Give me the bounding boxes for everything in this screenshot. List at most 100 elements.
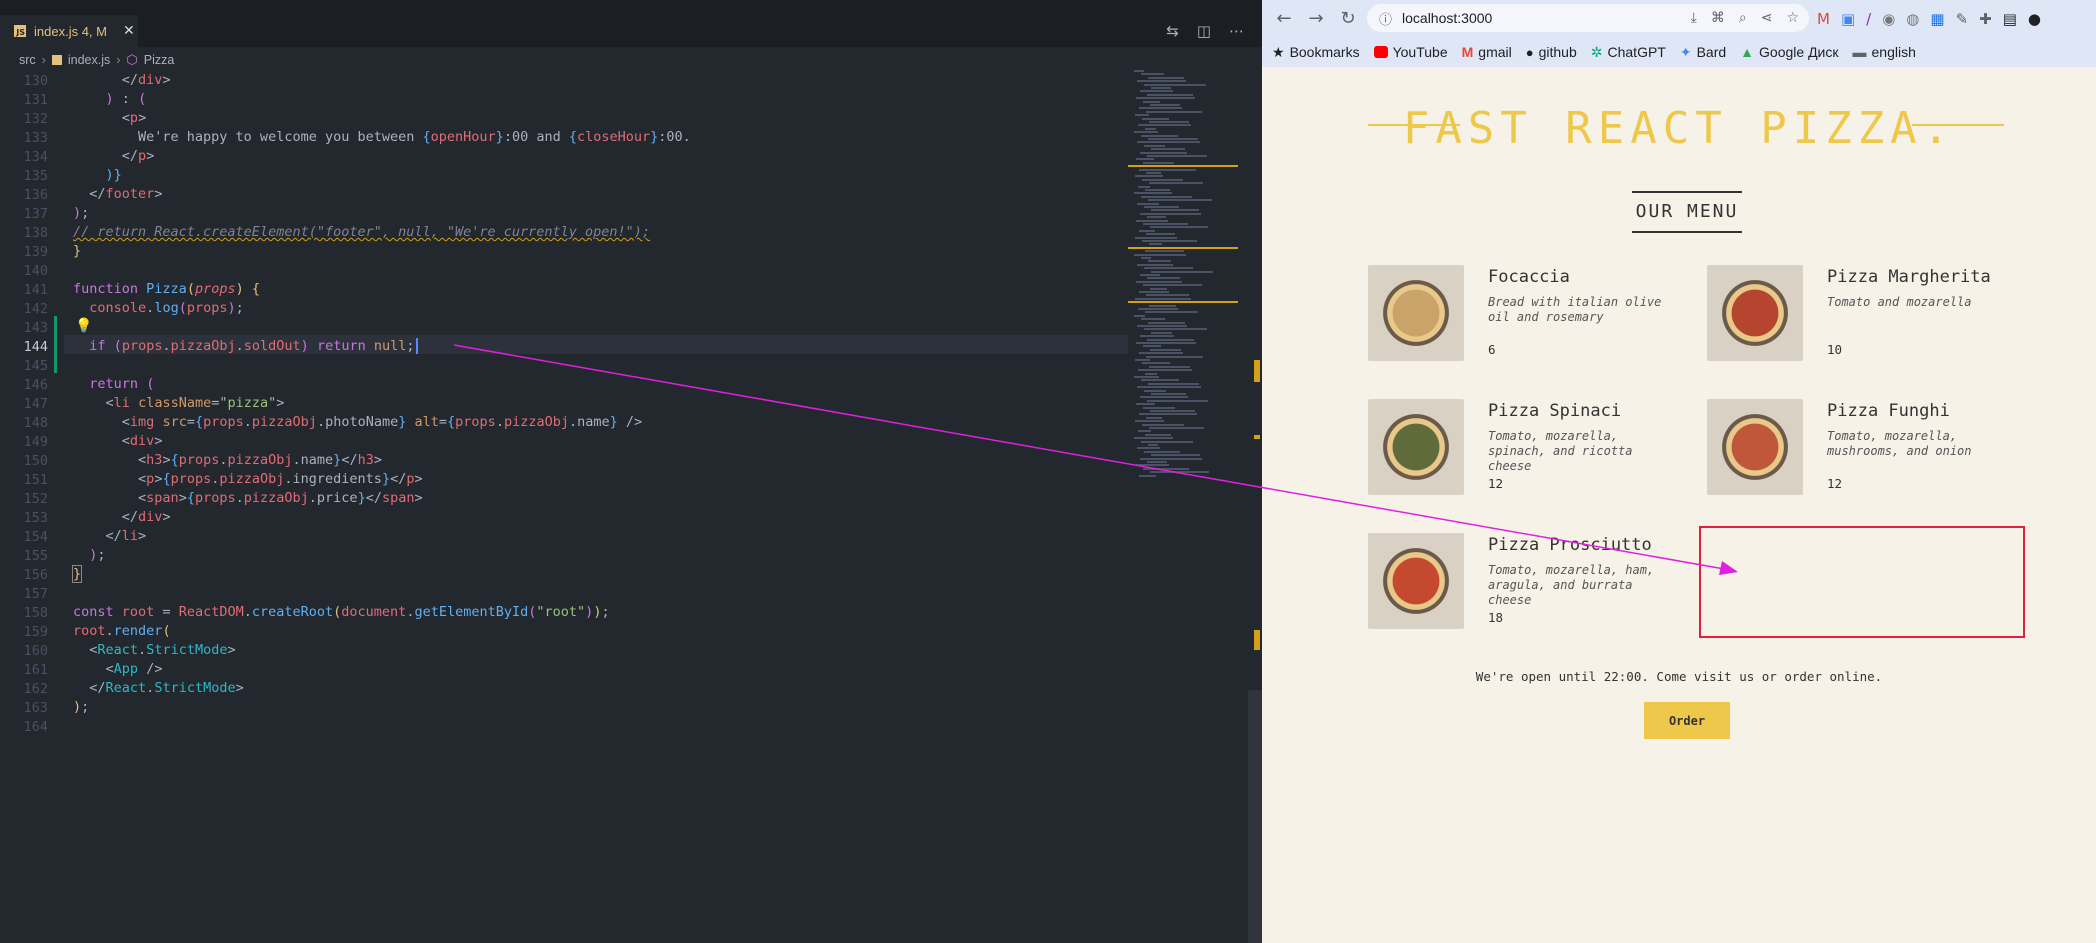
code-line[interactable]: )} (73, 167, 122, 186)
eyedropper-icon[interactable]: ✎ (1956, 10, 1969, 28)
line-number: 143 (23, 320, 48, 336)
code-line[interactable]: <App /> (73, 661, 163, 680)
close-icon[interactable]: ✕ (123, 23, 135, 39)
code-line[interactable]: // return React.createElement("footer", … (73, 224, 650, 243)
minimap-line (1136, 342, 1196, 344)
puzzle-icon[interactable]: ✚ (1979, 10, 1992, 28)
code-line[interactable]: </li> (73, 528, 147, 547)
order-button[interactable]: Order (1644, 702, 1730, 739)
bookmark-item-bookmarks[interactable]: ★ Bookmarks (1272, 44, 1360, 61)
address-bar[interactable]: ⓘ localhost:3000 ⤓ ⌘ ⌕ ⋖ ☆ (1367, 4, 1809, 32)
pen-extension-icon[interactable]: / (1866, 10, 1871, 28)
code-line[interactable]: <p>{props.pizzaObj.ingredients}</p> (73, 471, 423, 490)
install-icon[interactable]: ⤓ (1691, 10, 1697, 26)
minimap-line (1146, 416, 1162, 419)
extension-icon[interactable]: ◍ (1906, 10, 1919, 28)
zoom-icon[interactable]: ⌕ (1739, 10, 1747, 26)
page-headline: FAST REACT PIZZA. (1402, 103, 1956, 154)
code-line[interactable]: <h3>{props.pizzaObj.name}</h3> (73, 452, 382, 471)
minimap-line (1151, 87, 1171, 89)
minimap-line (1135, 175, 1163, 178)
line-number: 137 (23, 206, 48, 222)
split-editor-icon[interactable]: ◫ (1197, 22, 1211, 40)
site-info-icon[interactable]: ⓘ (1379, 9, 1392, 28)
code-line[interactable]: } (73, 243, 81, 262)
extension-icon[interactable]: ◉ (1882, 10, 1895, 28)
bookmark-item-youtube[interactable]: YouTube (1373, 44, 1448, 60)
code-line[interactable]: <p> (73, 110, 146, 129)
bookmark-item-chatgpt[interactable]: ✲ ChatGPT (1591, 44, 1666, 61)
code-line[interactable]: We're happy to welcome you between {open… (73, 129, 691, 148)
code-line[interactable]: function Pizza(props) { (73, 281, 260, 300)
chatgpt-icon: ✲ (1590, 43, 1603, 60)
code-line[interactable]: </React.StrictMode> (73, 680, 243, 699)
forward-icon[interactable]: → (1300, 8, 1332, 29)
minimap-line (1143, 284, 1202, 287)
code-line[interactable]: root.render( (73, 623, 171, 642)
breadcrumb-file[interactable]: index.js (68, 53, 110, 67)
minimap-line (1138, 369, 1192, 372)
bookmark-item-english[interactable]: ▬ english (1853, 44, 1916, 60)
star-icon: ★ (1272, 43, 1285, 60)
tab-index-js[interactable]: JS index.js 4, M ✕ (0, 15, 138, 47)
code-line[interactable]: const root = ReactDOM.createRoot(documen… (73, 604, 610, 623)
code-line[interactable]: </p> (73, 148, 155, 167)
minimap-line (1148, 321, 1185, 324)
more-actions-icon[interactable]: ⋯ (1229, 22, 1244, 40)
code-line[interactable]: <li className="pizza"> (73, 395, 285, 414)
minimap-line (1150, 287, 1167, 290)
code-line[interactable]: console.log(props); (73, 300, 244, 319)
minimap-line (1139, 474, 1156, 477)
bookmark-item-github[interactable]: ● github (1526, 44, 1577, 60)
calendar-extension-icon[interactable]: ▦ (1930, 10, 1944, 28)
code-line[interactable]: return ( (73, 376, 154, 395)
code-line[interactable]: ) : ( (73, 91, 147, 110)
minimap-line (1144, 206, 1179, 208)
code-line[interactable]: <React.StrictMode> (73, 642, 235, 661)
code-line[interactable]: <img src={props.pizzaObj.photoName} alt=… (73, 414, 642, 433)
lightbulb-icon[interactable]: 💡 (75, 318, 92, 334)
profile-avatar-icon[interactable]: ● (2028, 10, 2041, 28)
compare-changes-icon[interactable]: ⇆ (1166, 22, 1179, 40)
minimap-line (1135, 236, 1177, 239)
minimap-line (1139, 413, 1197, 416)
minimap-line (1147, 93, 1193, 96)
minimap[interactable] (1128, 70, 1248, 490)
gmail-extension-icon[interactable]: M (1817, 10, 1830, 28)
minimap-line (1135, 359, 1150, 361)
side-panel-icon[interactable]: ▤ (2003, 10, 2017, 28)
code-line[interactable]: ); (73, 547, 105, 566)
line-number: 139 (23, 244, 48, 260)
code-line[interactable]: } (71, 565, 83, 585)
breadcrumb-symbol[interactable]: Pizza (144, 53, 175, 67)
folder-icon: ▬ (1852, 44, 1867, 60)
bookmark-item-bard[interactable]: ✦ Bard (1680, 44, 1726, 61)
bookmark-star-icon[interactable]: ☆ (1786, 10, 1799, 26)
minimap-line (1140, 396, 1188, 399)
translate-extension-icon[interactable]: ▣ (1841, 10, 1855, 28)
scrollbar-thumb[interactable] (1248, 690, 1262, 943)
minimap-line (1136, 280, 1182, 283)
code-line[interactable]: </div> (73, 72, 171, 91)
code-line[interactable]: </div> (73, 509, 171, 528)
code-line[interactable]: ); (73, 205, 89, 224)
line-number: 150 (23, 453, 48, 469)
minimap-line (1150, 410, 1195, 412)
minimap-line (1142, 178, 1183, 181)
share-icon[interactable]: ⋖ (1761, 10, 1773, 26)
breadcrumb-folder[interactable]: src (19, 53, 36, 67)
minimap-line (1139, 291, 1169, 293)
code-line[interactable]: </footer> (73, 186, 162, 205)
code-line[interactable]: <span>{props.pizzaObj.price}</span> (73, 490, 423, 509)
code-line[interactable]: <div> (73, 433, 163, 452)
back-icon[interactable]: ← (1268, 8, 1300, 29)
bookmark-item-google-drive[interactable]: ▲ Google Диск (1740, 44, 1838, 60)
pizza-name: Pizza Funghi (1827, 401, 1950, 421)
minimap-line (1141, 318, 1165, 321)
browser-toolbar: ← → ↻ ⓘ localhost:3000 ⤓ ⌘ ⌕ ⋖ ☆ M ▣ / ◉… (1262, 0, 2096, 37)
reload-icon[interactable]: ↻ (1332, 8, 1364, 29)
bookmark-item-gmail[interactable]: Mgmail (1462, 44, 1512, 60)
code-line[interactable]: if (props.pizzaObj.soldOut) return null; (73, 338, 418, 357)
translate-icon[interactable]: ⌘ (1711, 10, 1725, 26)
code-line[interactable]: ); (73, 699, 89, 718)
